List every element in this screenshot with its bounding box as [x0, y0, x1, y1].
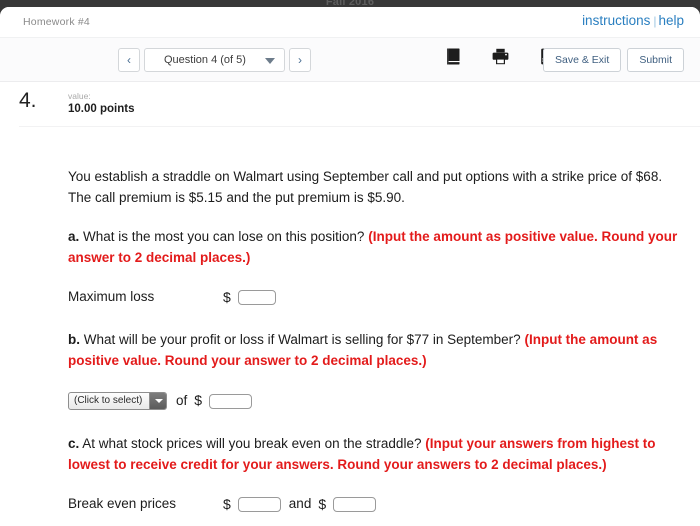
currency-symbol-2: $ [318, 495, 327, 512]
question-meta: 4. value: 10.00 points [0, 82, 700, 127]
question-nav-group: ‹ Question 4 (of 5) › [118, 48, 311, 72]
save-and-exit-button[interactable]: Save & Exit [543, 48, 622, 72]
maximum-loss-label: Maximum loss [68, 289, 155, 305]
part-c-letter: c. [68, 435, 80, 451]
assignment-panel: Homework #4 instructions | help ‹ Question… [0, 7, 700, 526]
and-label: and [288, 496, 312, 512]
profit-loss-amount-input[interactable] [209, 393, 253, 409]
previous-question-button[interactable]: ‹ [118, 48, 140, 72]
next-question-button[interactable]: › [289, 48, 311, 72]
submit-button[interactable]: Submit [627, 48, 684, 72]
break-even-price-input-2[interactable] [333, 497, 377, 513]
question-selector-label: Question 4 (of 5) [164, 54, 246, 66]
app-shell: Fall 2016 Homework #4 instructions | help … [0, 0, 700, 526]
currency-symbol: $ [194, 392, 203, 409]
profit-loss-select[interactable]: (Click to select) [68, 392, 167, 411]
part-b-prompt: b. What will be your profit or loss if W… [68, 330, 680, 372]
ebook-icon[interactable] [446, 48, 461, 70]
chevron-down-icon [155, 399, 163, 404]
part-b-letter: b. [68, 332, 80, 348]
question-value-label: value: [68, 91, 91, 101]
part-a-letter: a. [68, 228, 80, 244]
break-even-price-input-1[interactable] [237, 497, 281, 513]
help-link[interactable]: help [658, 13, 684, 28]
panel-header: Homework #4 instructions | help [0, 7, 700, 38]
part-a-text: What is the most you can lose on this po… [83, 228, 365, 244]
of-label: of [176, 392, 188, 408]
print-icon[interactable] [492, 48, 509, 70]
instructions-link[interactable]: instructions [582, 13, 650, 28]
currency-symbol: $ [223, 495, 231, 512]
part-c-text: At what stock prices will you break even… [82, 435, 422, 451]
question-selector-dropdown[interactable]: Question 4 (of 5) [144, 48, 285, 72]
question-toolbar: ‹ Question 4 (of 5) › Save & Exit Submit [0, 38, 700, 82]
question-body: You establish a straddle on Walmart usin… [0, 127, 700, 515]
chevron-down-icon [265, 58, 275, 64]
header-links: instructions | help [582, 13, 684, 28]
part-b-text: What will be your profit or loss if Walm… [83, 332, 521, 348]
toolbar-icon-group [446, 48, 555, 70]
maximum-loss-input[interactable] [237, 290, 276, 306]
toolbar-action-buttons: Save & Exit Submit [543, 48, 684, 72]
currency-symbol: $ [223, 288, 231, 305]
part-c-prompt: c. At what stock prices will you break e… [68, 434, 680, 476]
part-a-answer-row: Maximum loss $ [68, 287, 680, 309]
break-even-prices-label: Break even prices [68, 496, 177, 512]
part-a-prompt: a. What is the most you can lose on this… [68, 227, 680, 269]
part-b-answer-row: (Click to select) of $ [68, 390, 680, 412]
question-stem: You establish a straddle on Walmart usin… [68, 169, 663, 205]
profit-loss-select-label: (Click to select) [74, 395, 143, 407]
select-dropdown-button[interactable] [149, 393, 166, 410]
question-number: 4. [19, 89, 37, 112]
part-c-answer-row: Break even prices $ and $ [68, 494, 680, 516]
assignment-title: Homework #4 [23, 16, 90, 28]
question-points: 10.00 points [68, 103, 135, 115]
